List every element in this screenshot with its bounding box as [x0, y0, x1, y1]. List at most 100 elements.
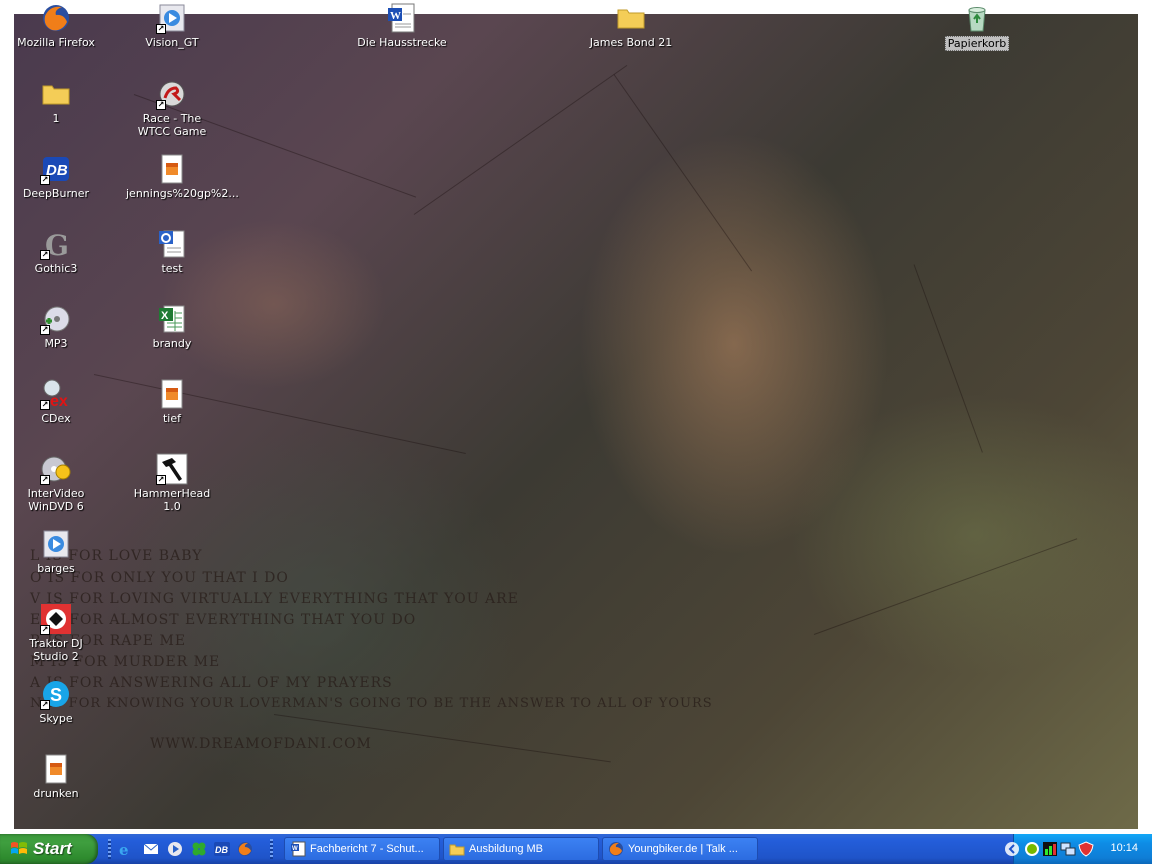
system-tray: 10:14 — [1005, 834, 1152, 864]
desktop-icon-traktor[interactable]: ↗ Traktor DJ Studio 2 — [8, 603, 104, 663]
desktop-icon-firefox[interactable]: Mozilla Firefox — [8, 2, 104, 49]
start-button[interactable]: Start — [0, 834, 98, 864]
icon-label: James Bond 21 — [589, 36, 673, 49]
gothic-icon: G ↗ — [40, 229, 69, 262]
icon-label: Race - The WTCC Game — [137, 112, 207, 138]
wallpaper-lyric: N is for knowing your loverman's going t… — [30, 696, 713, 711]
firefox-icon — [40, 2, 72, 34]
icon-label: Traktor DJ Studio 2 — [29, 637, 83, 663]
icon-label: Gothic3 — [34, 262, 78, 275]
svg-text:e: e — [119, 841, 129, 857]
folder-icon — [40, 78, 72, 110]
network-icon[interactable] — [1060, 841, 1076, 857]
desktop-icon-jennings[interactable]: jennings%20gp%2... — [124, 153, 239, 200]
svg-text:X: X — [161, 310, 169, 322]
icon-label: Mozilla Firefox — [17, 36, 95, 49]
desktop-icon-brandy[interactable]: X brandy — [124, 303, 220, 350]
cdex-icon: ex ↗ — [40, 378, 72, 410]
outlook-icon[interactable] — [143, 841, 159, 857]
desktop-icon-die-hausstrecke[interactable]: W Die Hausstrecke — [354, 2, 450, 49]
task-label: Ausbildung MB — [469, 843, 543, 855]
desktop-icon-windvd[interactable]: ↗ InterVideo WinDVD 6 — [8, 453, 104, 513]
word-document-icon: W — [291, 841, 306, 857]
expand-arrow-icon[interactable] — [1004, 841, 1020, 857]
document-icon — [156, 228, 188, 260]
start-label: Start — [33, 839, 72, 858]
desktop-icon-barges[interactable]: barges — [8, 528, 104, 575]
recycle-bin-icon — [961, 2, 993, 34]
task-label: Fachbericht 7 - Schut... — [310, 843, 424, 855]
media-player-icon: ↗ — [156, 2, 188, 34]
icon-label: InterVideo WinDVD 6 — [27, 487, 85, 513]
internet-explorer-icon[interactable]: e — [118, 841, 134, 857]
wallpaper-url: www.dreamofdani.com — [150, 736, 372, 752]
icon-label: HammerHead 1.0 — [133, 487, 211, 513]
desktop-icon-deepburner[interactable]: DB ↗ DeepBurner — [8, 153, 104, 200]
traktor-icon: ↗ — [40, 603, 72, 635]
taskbar-button-ausbildung[interactable]: Ausbildung MB — [443, 837, 599, 861]
desktop-icon-vision-gt[interactable]: ↗ Vision_GT — [124, 2, 220, 49]
desktop-icon-test[interactable]: test — [124, 228, 220, 275]
svg-text:S: S — [50, 685, 62, 705]
winamp-icon[interactable] — [191, 841, 207, 857]
hammer-icon: ↗ — [156, 453, 188, 485]
media-player-icon[interactable] — [167, 841, 183, 857]
nvidia-icon[interactable] — [1024, 841, 1040, 857]
mp3-icon: ↗ — [40, 303, 72, 335]
desktop-icon-tief[interactable]: tief — [124, 378, 220, 425]
icon-label: MP3 — [44, 337, 68, 350]
icon-label: test — [161, 262, 183, 275]
taskbar-button-fachbericht[interactable]: W Fachbericht 7 - Schut... — [284, 837, 440, 861]
icon-label: Die Hausstrecke — [357, 36, 447, 49]
desktop-icon-drunken[interactable]: drunken — [8, 753, 104, 800]
folder-icon — [615, 2, 647, 34]
audio-file-icon — [156, 153, 188, 185]
deepburner-icon: DB ↗ — [40, 153, 72, 185]
svg-text:DB: DB — [215, 845, 228, 855]
svg-text:W: W — [390, 10, 401, 22]
desktop-icon-folder-1[interactable]: 1 — [8, 78, 104, 125]
skype-icon: S ↗ — [40, 678, 72, 710]
svg-text:W: W — [292, 846, 298, 852]
icon-label: DeepBurner — [22, 187, 90, 200]
firefox-icon[interactable] — [237, 841, 253, 857]
desktop-icon-cdex[interactable]: ex ↗ CDex — [8, 378, 104, 425]
desktop-icon-hammerhead[interactable]: ↗ HammerHead 1.0 — [124, 453, 220, 513]
icon-label: brandy — [152, 337, 192, 350]
task-manager-icon[interactable] — [1042, 841, 1058, 857]
desktop-icon-mp3[interactable]: ↗ MP3 — [8, 303, 104, 350]
icon-label: jennings%20gp%2... — [126, 187, 239, 200]
dvd-icon: ↗ — [40, 453, 72, 485]
icon-label: Vision_GT — [145, 36, 199, 49]
icon-label: Skype — [39, 712, 73, 725]
word-document-icon: W — [386, 2, 418, 34]
taskbar-button-youngbiker[interactable]: Youngbiker.de | Talk ... — [602, 837, 758, 861]
icon-label: Papierkorb — [944, 36, 1010, 51]
folder-icon — [449, 844, 465, 856]
icon-label: barges — [37, 562, 75, 575]
audio-file-icon — [156, 378, 188, 410]
desktop-icon-james-bond-21[interactable]: James Bond 21 — [583, 2, 679, 49]
media-player-icon — [40, 528, 72, 560]
security-shield-icon[interactable] — [1078, 841, 1094, 857]
desktop-icon-gothic3[interactable]: G ↗ Gothic3 — [8, 228, 104, 275]
clock[interactable]: 10:14 — [1110, 842, 1138, 854]
excel-icon: X — [156, 303, 188, 335]
icon-label: 1 — [52, 112, 60, 125]
desktop-icon-recycle-bin[interactable]: Papierkorb — [929, 2, 1025, 51]
audio-file-icon — [40, 753, 72, 785]
firefox-icon — [609, 842, 623, 856]
quicklaunch-grip[interactable] — [108, 839, 111, 859]
icon-label: CDex — [41, 412, 71, 425]
icon-label: tief — [162, 412, 181, 425]
tasks-grip[interactable] — [270, 839, 273, 859]
task-label: Youngbiker.de | Talk ... — [628, 843, 738, 855]
deepburner-icon[interactable]: DB — [214, 841, 230, 857]
taskbar: Start e DB W Fachbericht 7 - Schut... Au… — [0, 834, 1152, 864]
desktop-icon-race-wtcc[interactable]: ↗ Race - The WTCC Game — [124, 78, 220, 138]
svg-text:ex: ex — [50, 393, 68, 410]
windows-logo-icon — [11, 842, 27, 854]
desktop-icon-skype[interactable]: S ↗ Skype — [8, 678, 104, 725]
race-game-icon: ↗ — [156, 78, 188, 110]
icon-label: drunken — [33, 787, 79, 800]
